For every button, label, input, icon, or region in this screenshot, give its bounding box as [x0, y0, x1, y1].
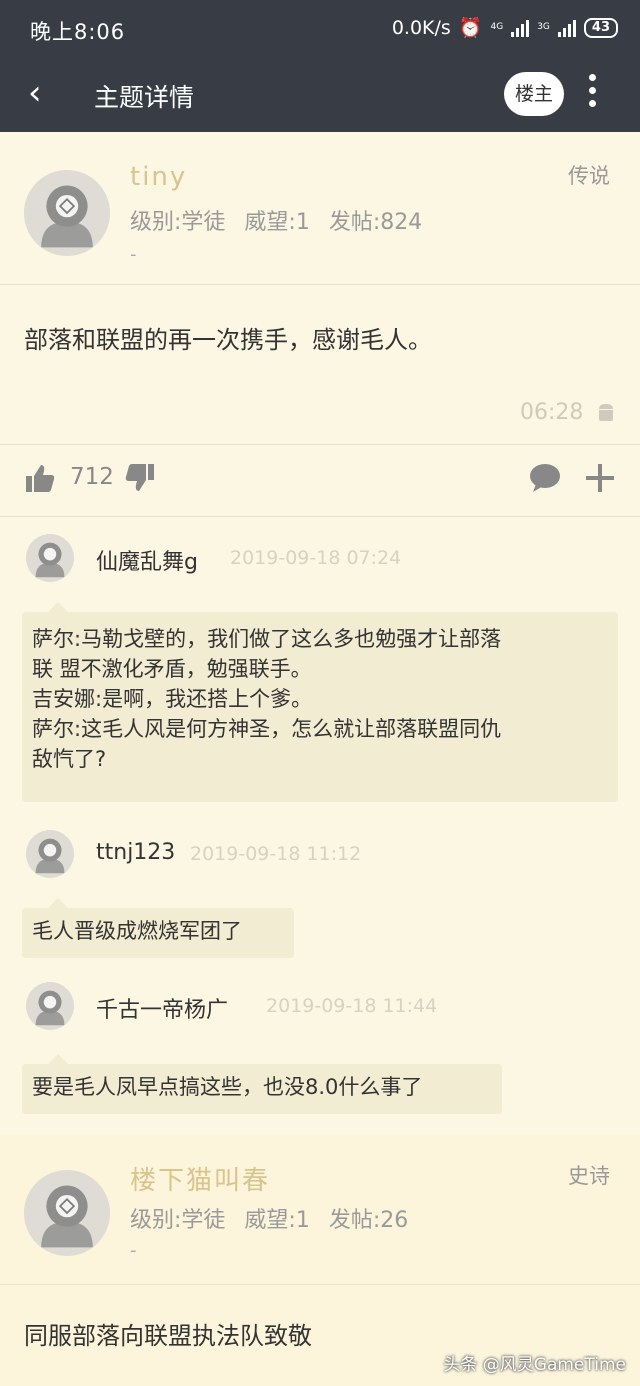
comment-line: 吉安娜:是啊，我还搭上个爹。	[32, 687, 313, 711]
comment-line: 要是毛人凤早点搞这些，也没8.0什么事了	[32, 1075, 423, 1099]
avatar[interactable]	[24, 170, 110, 256]
divider	[0, 284, 640, 285]
chevron-left-icon[interactable]: ‹	[28, 76, 42, 110]
rank-badge: 传说	[568, 164, 610, 188]
watermark: 头条 @风灵GameTime	[443, 1355, 626, 1375]
comment-line: 联 盟不激化矛盾，勉强联手。	[32, 657, 312, 681]
divider	[0, 516, 640, 517]
signal-icon-2	[557, 19, 576, 37]
comment-icon[interactable]	[528, 462, 562, 494]
comment-time: 2019-09-18 11:44	[266, 995, 438, 1017]
post-reply: 楼下猫叫春 史诗 级别:学徒 威望:1 发帖:26 - 同服部落向联盟执法队致敬	[0, 1134, 640, 1386]
plus-icon[interactable]	[584, 462, 616, 494]
comment-time: 2019-09-18 07:24	[230, 547, 402, 569]
status-bar: 晚上8:06 0.0K/s ⏰ 4G 3G 43	[0, 0, 640, 58]
thumbs-down-icon[interactable]	[124, 462, 156, 494]
battery-icon: 43	[583, 17, 618, 38]
username[interactable]: 楼下猫叫春	[130, 1160, 270, 1197]
comment-bubble[interactable]: 萨尔:马勒戈壁的，我们做了这么多也勉强才让部落 联 盟不激化矛盾，勉强联手。 吉…	[22, 602, 618, 802]
avatar[interactable]	[26, 830, 74, 878]
divider	[0, 444, 640, 445]
status-icons: 0.0K/s ⏰ 4G 3G 43	[392, 16, 618, 39]
app-header: ‹ 主题详情 楼主	[0, 58, 640, 132]
comment-line: 敌忾了?	[32, 747, 107, 771]
alarm-icon: ⏰	[458, 17, 483, 39]
comment-line: 萨尔:这毛人风是何方神圣，怎么就让部落联盟同仇	[32, 717, 502, 741]
post-content: 同服部落向联盟执法队致敬	[24, 1322, 312, 1350]
comment-line: 毛人晋级成燃烧军团了	[32, 919, 242, 943]
user-prestige: 威望:1	[244, 1208, 310, 1233]
like-count: 712	[70, 464, 114, 490]
comment-bubble[interactable]: 要是毛人凤早点搞这些，也没8.0什么事了	[22, 1054, 502, 1114]
status-time: 晚上8:06	[30, 20, 126, 44]
avatar[interactable]	[24, 1170, 110, 1256]
comment-line: 萨尔:马勒戈壁的，我们做了这么多也勉强才让部落	[32, 627, 502, 651]
post-main: tiny 传说 级别:学徒 威望:1 发帖:824 - 部落和联盟的再一次携手，…	[0, 132, 640, 1134]
avatar[interactable]	[26, 982, 74, 1030]
post-time: 06:28	[520, 400, 584, 425]
username[interactable]: tiny	[130, 162, 187, 192]
post-content: 部落和联盟的再一次携手，感谢毛人。	[24, 326, 432, 354]
comment-bubble[interactable]: 毛人晋级成燃烧军团了	[22, 898, 294, 958]
network-type-2: 3G	[537, 22, 550, 32]
post-actions: 712	[0, 450, 640, 510]
user-stats: 级别:学徒 威望:1 发帖:26	[130, 1202, 408, 1234]
comment-time: 2019-09-18 11:12	[190, 843, 362, 865]
user-post-count: 发帖:824	[328, 210, 423, 235]
android-icon	[599, 404, 613, 421]
signal-icon	[511, 19, 530, 37]
avatar[interactable]	[26, 534, 74, 582]
thumbs-up-icon[interactable]	[24, 462, 56, 494]
network-speed: 0.0K/s	[391, 16, 451, 39]
user-post-count: 发帖:26	[328, 1208, 409, 1233]
signature: -	[130, 244, 137, 265]
user-level: 级别:学徒	[130, 210, 226, 235]
rank-badge: 史诗	[568, 1164, 610, 1188]
network-type-1: 4G	[490, 22, 504, 32]
user-prestige: 威望:1	[244, 210, 310, 235]
more-vertical-icon[interactable]	[586, 74, 598, 114]
comment-author[interactable]: 千古一帝杨广	[96, 992, 228, 1024]
divider	[0, 1284, 640, 1285]
user-stats: 级别:学徒 威望:1 发帖:824	[130, 204, 422, 236]
signature: -	[130, 1240, 137, 1261]
comment-author[interactable]: ttnj123	[96, 840, 175, 865]
op-only-button[interactable]: 楼主	[504, 72, 564, 116]
page-title: 主题详情	[94, 83, 195, 112]
comment-author[interactable]: 仙魔乱舞g	[96, 544, 198, 576]
user-level: 级别:学徒	[130, 1208, 226, 1233]
